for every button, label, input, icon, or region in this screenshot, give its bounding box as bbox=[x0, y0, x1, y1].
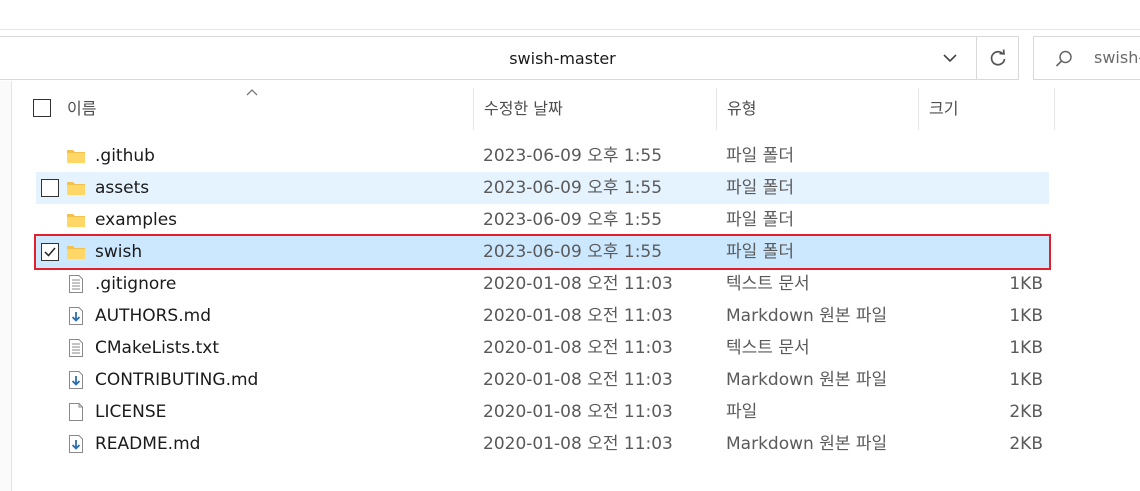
sort-ascending-icon[interactable] bbox=[246, 88, 258, 96]
column-divider[interactable] bbox=[1054, 88, 1055, 130]
file-type: Markdown 원본 파일 bbox=[726, 306, 888, 326]
file-type: 텍스트 문서 bbox=[726, 338, 810, 358]
file-type: 파일 bbox=[726, 402, 758, 422]
file-name[interactable]: examples bbox=[95, 204, 177, 236]
file-name[interactable]: CONTRIBUTING.md bbox=[95, 364, 258, 396]
search-icon bbox=[1055, 50, 1072, 67]
column-size-header[interactable]: 크기 bbox=[929, 88, 958, 130]
file-name[interactable]: README.md bbox=[95, 428, 200, 460]
column-header: 이름 수정한 날짜 유형 크기 bbox=[30, 88, 1060, 130]
search-input[interactable]: swish- bbox=[1094, 37, 1140, 79]
refresh-button[interactable] bbox=[976, 37, 1019, 79]
file-row[interactable]: README.md 2020-01-08 오전 11:03 Markdown 원… bbox=[36, 428, 1049, 460]
file-name[interactable]: swish bbox=[95, 236, 142, 268]
select-all-checkbox[interactable] bbox=[33, 99, 51, 117]
file-size: 1KB bbox=[1009, 274, 1043, 294]
file-size: 1KB bbox=[1009, 370, 1043, 390]
file-name[interactable]: AUTHORS.md bbox=[95, 300, 211, 332]
text-file-icon bbox=[69, 275, 83, 293]
file-type: 파일 폴더 bbox=[726, 242, 794, 262]
file-size: 2KB bbox=[1009, 434, 1043, 454]
file-type: 파일 폴더 bbox=[726, 210, 794, 230]
file-modified: 2020-01-08 오전 11:03 bbox=[483, 370, 673, 390]
file-type: 파일 폴더 bbox=[726, 146, 794, 166]
file-type: 파일 폴더 bbox=[726, 178, 794, 198]
checkmark-icon bbox=[44, 247, 56, 257]
file-name[interactable]: .gitignore bbox=[95, 268, 176, 300]
column-divider[interactable] bbox=[918, 88, 919, 130]
file-modified: 2020-01-08 오전 11:03 bbox=[483, 402, 673, 422]
title-bar-strip bbox=[0, 0, 1140, 30]
file-type: Markdown 원본 파일 bbox=[726, 434, 888, 454]
file-type: 텍스트 문서 bbox=[726, 274, 810, 294]
file-row[interactable]: LICENSE 2020-01-08 오전 11:03 파일 2KB bbox=[36, 396, 1049, 428]
column-name-header[interactable]: 이름 bbox=[67, 88, 96, 130]
markdown-file-icon bbox=[69, 435, 83, 453]
file-type: Markdown 원본 파일 bbox=[726, 370, 888, 390]
column-divider[interactable] bbox=[716, 88, 717, 130]
file-row[interactable]: .gitignore 2020-01-08 오전 11:03 텍스트 문서 1K… bbox=[36, 268, 1049, 300]
markdown-file-icon bbox=[69, 371, 83, 389]
file-name[interactable]: .github bbox=[95, 140, 155, 172]
folder-icon bbox=[67, 182, 85, 195]
refresh-icon bbox=[990, 49, 1006, 66]
file-row[interactable]: .github 2023-06-09 오후 1:55 파일 폴더 bbox=[36, 140, 1049, 172]
file-name[interactable]: assets bbox=[95, 172, 149, 204]
markdown-file-icon bbox=[69, 307, 83, 325]
row-checkbox-checked[interactable] bbox=[41, 243, 59, 261]
file-modified: 2020-01-08 오전 11:03 bbox=[483, 274, 673, 294]
folder-icon bbox=[67, 246, 85, 259]
file-modified: 2020-01-08 오전 11:03 bbox=[483, 434, 673, 454]
row-checkbox[interactable] bbox=[41, 179, 59, 197]
file-row[interactable]: CONTRIBUTING.md 2020-01-08 오전 11:03 Mark… bbox=[36, 364, 1049, 396]
file-row[interactable]: examples 2023-06-09 오후 1:55 파일 폴더 bbox=[36, 204, 1049, 236]
column-divider[interactable] bbox=[473, 88, 474, 130]
navigation-pane-edge bbox=[0, 81, 12, 491]
column-type-header[interactable]: 유형 bbox=[727, 88, 756, 130]
search-box[interactable]: swish- bbox=[1033, 36, 1140, 80]
file-row-selected[interactable]: swish 2023-06-09 오후 1:55 파일 폴더 bbox=[34, 234, 1051, 270]
file-name[interactable]: LICENSE bbox=[95, 396, 166, 428]
file-modified: 2023-06-09 오후 1:55 bbox=[483, 178, 663, 198]
file-modified: 2023-06-09 오후 1:55 bbox=[483, 146, 663, 166]
file-modified: 2020-01-08 오전 11:03 bbox=[483, 338, 673, 358]
file-modified: 2023-06-09 오후 1:55 bbox=[483, 210, 663, 230]
file-size: 1KB bbox=[1009, 338, 1043, 358]
file-modified: 2023-06-09 오후 1:55 bbox=[483, 242, 663, 262]
chevron-down-icon[interactable] bbox=[934, 37, 966, 79]
file-size: 2KB bbox=[1009, 402, 1043, 422]
folder-icon bbox=[67, 214, 85, 227]
column-modified-header[interactable]: 수정한 날짜 bbox=[484, 88, 563, 130]
file-row[interactable]: assets 2023-06-09 오후 1:55 파일 폴더 bbox=[36, 172, 1049, 204]
file-name[interactable]: CMakeLists.txt bbox=[95, 332, 219, 364]
folder-icon bbox=[67, 150, 85, 163]
address-bar[interactable]: swish-master bbox=[0, 36, 1019, 80]
file-size: 1KB bbox=[1009, 306, 1043, 326]
file-row[interactable]: CMakeLists.txt 2020-01-08 오전 11:03 텍스트 문… bbox=[36, 332, 1049, 364]
text-file-icon bbox=[69, 339, 83, 357]
blank-file-icon bbox=[69, 403, 83, 421]
file-modified: 2020-01-08 오전 11:03 bbox=[483, 306, 673, 326]
file-row[interactable]: AUTHORS.md 2020-01-08 오전 11:03 Markdown … bbox=[36, 300, 1049, 332]
